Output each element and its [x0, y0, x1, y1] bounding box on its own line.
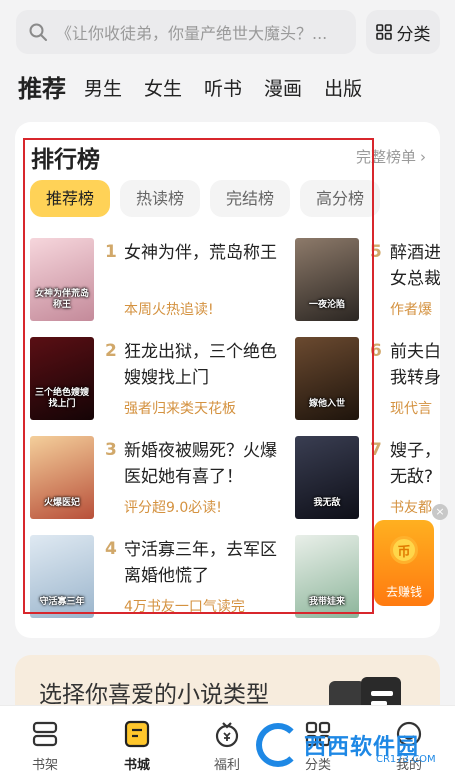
search-bar[interactable]: 《让你收徒弟，你量产绝世大魔头？...: [16, 10, 356, 54]
category-button[interactable]: 分类: [366, 10, 440, 54]
rank-number: 5: [370, 242, 382, 262]
list-item[interactable]: 守活寡三年 4 守活寡三年，去军区离婚他慌了 4万书友一口气读完: [30, 532, 290, 631]
rank-tab-hot[interactable]: 热读榜: [120, 180, 201, 217]
book-tag: 强者归来类天花板: [124, 401, 236, 417]
list-item[interactable]: 嫁他入世 6 前夫白我转身 现代言: [295, 334, 440, 433]
rank-number: 2: [105, 341, 117, 361]
genre-prompt-text: 选择你喜爱的小说类型: [39, 682, 269, 708]
search-icon: [29, 23, 47, 41]
cover-title: 火爆医妃: [43, 498, 80, 508]
list-item[interactable]: 我无敌 7 嫂子， 无敌? 书友都: [295, 433, 440, 532]
book-title-line2: 无敌?: [390, 467, 434, 487]
bookstore-icon: [124, 720, 150, 748]
grid-icon: [375, 24, 392, 40]
rank-number: 1: [105, 242, 117, 262]
book-cover: 三个绝色嫂嫂找上门: [30, 337, 94, 420]
book-title: 新婚夜被赐死？火爆医妃她有喜了！: [124, 441, 277, 487]
nav-bookshelf[interactable]: 书架: [10, 706, 80, 779]
rank-tab-high-score[interactable]: 高分榜: [300, 180, 381, 217]
book-title: 醉酒进 女总裁: [390, 240, 440, 292]
tab-female[interactable]: 女生: [144, 72, 182, 106]
book-title: 女神为伴，荒岛称王: [124, 243, 277, 263]
cover-title: 三个绝色嫂嫂找上门: [34, 388, 89, 409]
book-title-line1: 前夫白: [390, 342, 440, 362]
category-button-label: 分类: [396, 24, 431, 45]
channel-tabs: 推荐 男生 女生 听书 漫画 出版: [18, 70, 384, 106]
tab-publishing[interactable]: 出版: [324, 72, 362, 106]
nav-bookstore[interactable]: 书城: [102, 706, 172, 779]
search-placeholder: 《让你收徒弟，你量产绝世大魔头？...: [56, 24, 328, 43]
book-cover: 火爆医妃: [30, 436, 94, 519]
rank-number: 6: [370, 341, 382, 361]
book-title: 嫂子， 无敌?: [390, 438, 440, 490]
ranking-title: 排行榜: [31, 147, 100, 173]
book-cover: 嫁他入世: [295, 337, 359, 420]
bookshelf-icon: [32, 721, 58, 747]
watermark-c-icon: [256, 723, 300, 767]
book-title: 狂龙出狱，三个绝色嫂嫂找上门: [124, 342, 277, 388]
ranking-list-left: 女神为伴荒岛称王 1 女神为伴，荒岛称王 本周火热追读! 三个绝色嫂嫂找上门 2…: [30, 235, 290, 631]
book-cover: 我无敌: [295, 436, 359, 519]
cover-title: 守活寡三年: [39, 597, 85, 607]
nav-label: 福利: [213, 758, 240, 773]
book-title-line1: 醉酒进: [390, 243, 440, 263]
rank-number: 7: [370, 440, 382, 460]
book-cover: 女神为伴荒岛称王: [30, 238, 94, 321]
nav-label: 书架: [31, 758, 58, 773]
book-tag: 本周火热追读!: [124, 302, 214, 318]
book-title: 前夫白 我转身: [390, 339, 440, 391]
book-tag: 作者爆: [390, 302, 432, 318]
book-title: 守活寡三年，去军区离婚他慌了: [124, 540, 277, 586]
book-title-line2: 我转身: [390, 368, 440, 388]
coin-icon: 币: [390, 536, 418, 564]
book-tag: 现代言: [390, 401, 432, 417]
chevron-right-icon: ›: [420, 148, 426, 166]
earn-money-label: 去赚钱: [385, 585, 422, 599]
earn-money-badge[interactable]: 币 去赚钱: [374, 520, 434, 606]
watermark-sub: CR173.COM: [376, 754, 436, 765]
cover-title: 我无敌: [313, 498, 341, 508]
tab-audiobook[interactable]: 听书: [204, 72, 242, 106]
rank-tab-recommend[interactable]: 推荐榜: [30, 180, 111, 217]
cover-title: 一夜沦陷: [308, 300, 345, 310]
book-tag: 4万书友一口气读完: [124, 599, 245, 615]
book-title-line2: 女总裁: [390, 269, 440, 289]
list-item[interactable]: 女神为伴荒岛称王 1 女神为伴，荒岛称王 本周火热追读!: [30, 235, 290, 334]
book-cover: 守活寡三年: [30, 535, 94, 618]
full-list-label: 完整榜单: [355, 148, 416, 166]
book-cover: 一夜沦陷: [295, 238, 359, 321]
list-item[interactable]: 三个绝色嫂嫂找上门 2 狂龙出狱，三个绝色嫂嫂找上门 强者归来类天花板: [30, 334, 290, 433]
book-cover: 我带娃来: [295, 535, 359, 618]
cover-title: 嫁他入世: [308, 399, 345, 409]
tab-recommend[interactable]: 推荐: [18, 72, 66, 106]
close-icon[interactable]: ×: [432, 504, 448, 520]
book-tag: 评分超9.0必读!: [124, 500, 222, 516]
nav-label: 书城: [123, 758, 150, 773]
tab-male[interactable]: 男生: [84, 72, 122, 106]
book-title-line1: 嫂子，: [390, 441, 440, 461]
tab-comics[interactable]: 漫画: [264, 72, 302, 106]
list-item[interactable]: 一夜沦陷 5 醉酒进女总裁 作者爆: [295, 235, 440, 334]
rank-tab-finished[interactable]: 完结榜: [210, 180, 291, 217]
cover-title: 女神为伴荒岛称王: [34, 289, 89, 310]
watermark-logo: 西西软件园 CR173.COM: [256, 720, 436, 770]
full-list-link[interactable]: 完整榜单 ›: [356, 146, 426, 167]
welfare-icon: [215, 722, 239, 748]
ranking-tabs: 推荐榜 热读榜 完结榜 高分榜: [30, 180, 390, 217]
nav-welfare[interactable]: 福利: [192, 706, 262, 779]
rank-number: 4: [105, 539, 117, 559]
list-item[interactable]: 火爆医妃 3 新婚夜被赐死？火爆医妃她有喜了！ 评分超9.0必读!: [30, 433, 290, 532]
rank-number: 3: [105, 440, 117, 460]
cover-title: 我带娃来: [308, 597, 345, 607]
